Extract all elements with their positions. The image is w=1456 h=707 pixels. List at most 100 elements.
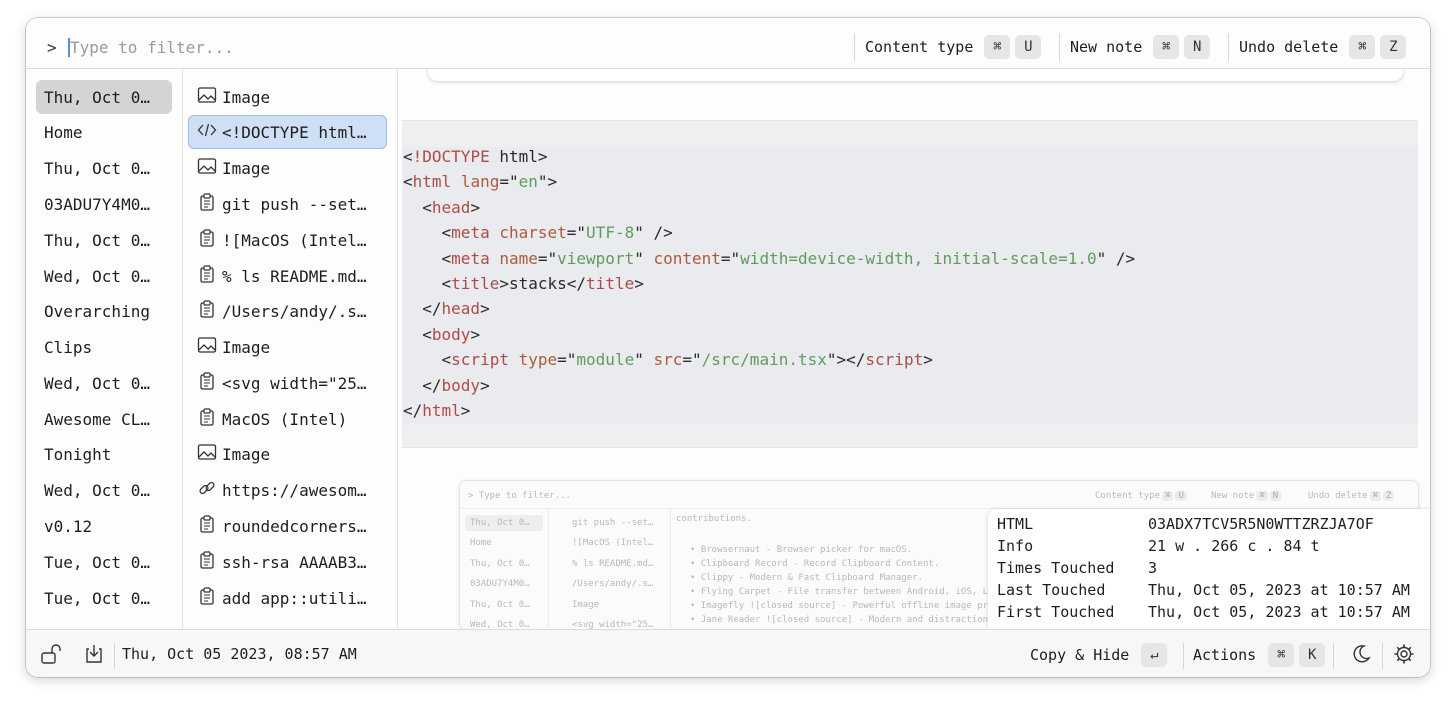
code-token: /src/main.tsx xyxy=(701,350,827,370)
code-token: html xyxy=(412,172,452,192)
code-token: " xyxy=(634,350,654,370)
list-item[interactable]: git push --set… xyxy=(188,187,387,221)
mini-item: Image xyxy=(572,600,600,610)
list-item[interactable]: Image xyxy=(188,151,387,185)
item-text: Image xyxy=(222,337,271,357)
info-row: Times Touched 3 xyxy=(997,559,1427,581)
code-token: en xyxy=(518,172,538,192)
mini-item: git push --set… xyxy=(572,518,654,528)
stack-item[interactable]: Tonight xyxy=(36,437,172,471)
code-token: </ xyxy=(403,375,442,395)
item-text: https://awesom… xyxy=(222,480,367,500)
clipboard-icon xyxy=(197,514,217,538)
code-line: <meta name="viewport" content="width=dev… xyxy=(403,248,1136,273)
code-token: =" xyxy=(557,350,577,370)
stack-item[interactable]: Wed, Oct 0… xyxy=(36,473,172,507)
content-type-button[interactable]: Content type ⌘ U xyxy=(865,34,1042,60)
code-token: width=device-width, initial-scale=1.0 xyxy=(740,248,1097,268)
code-token: < xyxy=(403,324,432,344)
mini-toolbar-item: Content type ⌘ U xyxy=(1095,491,1187,501)
clipboard-icon xyxy=(197,586,217,610)
stack-item[interactable]: Awesome CL… xyxy=(36,402,172,436)
prompt-symbol: > xyxy=(47,38,57,57)
code-token: > xyxy=(480,299,490,319)
actions-button[interactable]: Actions ⌘ K xyxy=(1193,642,1326,668)
stack-item[interactable]: Wed, Oct 0… xyxy=(36,366,172,400)
clipboard-icon xyxy=(197,407,217,431)
code-line: <!DOCTYPE html> xyxy=(403,147,548,171)
mini-key: ⌘ xyxy=(1256,491,1268,501)
items-list[interactable]: Image <!DOCTYPE html… Image git push --s… xyxy=(183,69,398,629)
mini-item: % ls README.md… xyxy=(572,559,654,569)
list-item[interactable]: https://awesom… xyxy=(188,473,387,507)
status-divider xyxy=(1382,643,1383,669)
download-icon[interactable] xyxy=(82,642,106,666)
stack-item[interactable]: Thu, Oct 0… xyxy=(36,151,172,185)
list-item[interactable]: MacOS (Intel) xyxy=(188,402,387,436)
list-item[interactable]: Image xyxy=(188,80,387,114)
item-text: MacOS (Intel) xyxy=(222,409,348,429)
mini-stack: 03ADU7Y4M0… xyxy=(470,579,530,589)
mini-stack: Thu, Oct 0… xyxy=(470,518,530,528)
stack-item-selected[interactable]: Thu, Oct 0… xyxy=(36,80,172,114)
stack-item[interactable]: v0.12 xyxy=(36,509,172,543)
stack-item[interactable]: Tue, Oct 0… xyxy=(36,581,172,615)
stack-item[interactable]: Thu, Oct 0… xyxy=(36,223,172,257)
unlock-icon[interactable] xyxy=(40,642,64,666)
stack-item[interactable]: Overarching xyxy=(36,294,172,328)
list-item[interactable]: % ls README.md… xyxy=(188,259,387,293)
code-token: content xyxy=(653,248,721,268)
code-line: <head> xyxy=(403,198,480,222)
mini-key: N xyxy=(1269,491,1282,501)
moon-icon[interactable] xyxy=(1349,642,1373,666)
code-token: script xyxy=(865,350,924,370)
stacks-list[interactable]: Thu, Oct 0… Home Thu, Oct 0… 03ADU7Y4M0…… xyxy=(26,69,183,629)
code-line: </html> xyxy=(403,401,470,425)
code-token: =" xyxy=(537,248,558,268)
stack-item[interactable]: Wed, Oct 0… xyxy=(36,259,172,293)
list-item[interactable]: Image xyxy=(188,330,387,364)
shortcut-key: U xyxy=(1015,35,1042,59)
list-item[interactable]: /Users/andy/.s… xyxy=(188,294,387,328)
list-item[interactable]: ![MacOS (Intel… xyxy=(188,223,387,257)
code-token: body xyxy=(431,324,471,344)
code-preview[interactable]: <!DOCTYPE html> <html lang="en"> <head> <… xyxy=(402,120,1418,448)
code-token: </ xyxy=(403,299,442,319)
new-note-button[interactable]: New note ⌘ N xyxy=(1070,34,1211,60)
code-token: viewport xyxy=(557,248,635,268)
code-token: < xyxy=(403,197,432,217)
list-item[interactable]: ssh-rsa AAAAB3… xyxy=(188,545,387,579)
stack-item[interactable]: 03ADU7Y4M0… xyxy=(36,187,172,221)
mini-item: ![MacOS (Intel… xyxy=(572,538,654,548)
clipboard-icon xyxy=(197,550,217,574)
new-note-label: New note xyxy=(1070,38,1143,56)
image-icon xyxy=(197,157,217,179)
stack-item[interactable]: Home xyxy=(36,115,172,149)
code-token: > xyxy=(470,197,481,217)
mini-key: Z xyxy=(1383,491,1395,501)
code-token: > xyxy=(460,401,471,420)
filter-bar: > Content type ⌘ U New note ⌘ N Undo del… xyxy=(26,18,1430,69)
status-divider xyxy=(1333,643,1334,669)
copy-hide-button[interactable]: Copy & Hide ↵ xyxy=(1030,642,1168,668)
item-text: /Users/andy/.s… xyxy=(222,301,367,321)
gear-icon[interactable] xyxy=(1392,642,1416,666)
stacks-window: > Content type ⌘ U New note ⌘ N Undo del… xyxy=(26,18,1430,677)
list-item-selected[interactable]: <!DOCTYPE html… xyxy=(188,115,387,149)
mini-stack: Wed, Oct 0… xyxy=(470,620,530,629)
list-item[interactable]: roundedcorners… xyxy=(188,509,387,543)
filter-input[interactable] xyxy=(70,35,470,59)
mini-stack: Thu, Oct 0… xyxy=(470,600,530,610)
code-token: head xyxy=(441,299,481,319)
list-item[interactable]: Image xyxy=(188,437,387,471)
stack-item[interactable]: Clips xyxy=(36,330,172,364)
mini-toolbar-item: New note ⌘ N xyxy=(1211,491,1282,501)
code-token: =" xyxy=(720,248,741,268)
code-token: < xyxy=(403,147,413,166)
list-item[interactable]: add app::utili… xyxy=(188,581,387,615)
code-token: script xyxy=(451,350,509,370)
stack-item[interactable]: Tue, Oct 0… xyxy=(36,545,172,579)
list-item[interactable]: <svg width="25… xyxy=(188,366,387,400)
undo-delete-button[interactable]: Undo delete ⌘ Z xyxy=(1239,34,1407,60)
code-token: title xyxy=(451,274,500,293)
